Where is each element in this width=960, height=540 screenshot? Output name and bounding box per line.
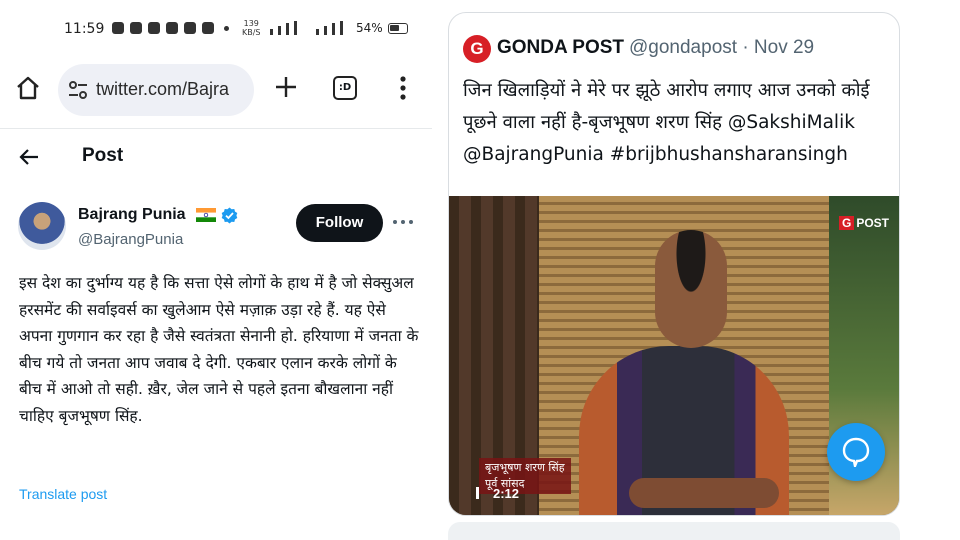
- back-arrow-icon[interactable]: [18, 146, 40, 168]
- notification-icon: [166, 22, 178, 34]
- kebab-menu-icon[interactable]: [398, 75, 408, 101]
- address-bar[interactable]: twitter.com/Bajra: [58, 64, 254, 116]
- video-person-hands: [629, 478, 779, 508]
- notification-icon: [184, 22, 196, 34]
- mobile-screen: 11:59 139 KB/S 54% twitter.com/Bajra:D …: [0, 0, 432, 540]
- notification-icon: [130, 22, 142, 34]
- video-timestamp: 2:12: [493, 486, 520, 501]
- tune-icon[interactable]: [68, 81, 88, 99]
- quoted-handle-date: @gondapost · Nov 29: [629, 37, 815, 58]
- video-person-head: [655, 230, 727, 348]
- notification-icon: [148, 22, 160, 34]
- chat-bubble-icon: [842, 437, 870, 467]
- notification-icon: [112, 22, 124, 34]
- tabs-icon[interactable]: :D: [333, 76, 357, 100]
- post-header: Post: [0, 142, 432, 174]
- more-icon[interactable]: [392, 218, 414, 226]
- plus-icon[interactable]: [274, 75, 298, 99]
- page-title: Post: [82, 145, 124, 166]
- verified-badge-icon: [221, 207, 238, 224]
- home-icon[interactable]: [14, 74, 42, 102]
- battery-icon: [388, 23, 408, 34]
- next-card-edge: [448, 522, 900, 540]
- dot-icon: [224, 25, 229, 31]
- status-bar: 11:59 139 KB/S 54%: [0, 18, 432, 42]
- network-speed: 139 KB/S: [242, 19, 261, 37]
- post-author: Bajrang Punia @BajrangPunia Follow: [0, 200, 432, 256]
- quoted-post-card[interactable]: G GONDA POST @gondapost · Nov 29 जिन खिल…: [448, 12, 900, 516]
- follow-button[interactable]: Follow: [296, 204, 383, 242]
- url-text: twitter.com/Bajra: [96, 79, 230, 99]
- notification-icons: [112, 22, 233, 34]
- chat-fab-button[interactable]: [827, 423, 885, 481]
- author-name[interactable]: Bajrang Punia: [78, 206, 186, 224]
- status-time: 11:59: [64, 21, 105, 37]
- gonda-post-logo[interactable]: G: [463, 35, 491, 63]
- video-watermark: G POST: [839, 216, 889, 230]
- india-flag-icon: [196, 208, 216, 222]
- avatar[interactable]: [18, 202, 66, 250]
- divider: [0, 128, 432, 129]
- post-text: इस देश का दुर्भाग्य यह है कि सत्ता ऐसे ल…: [19, 274, 419, 425]
- quoted-author-name[interactable]: GONDA POST: [497, 37, 624, 59]
- author-handle[interactable]: @BajrangPunia: [78, 231, 183, 248]
- signal-icon: [270, 21, 343, 35]
- browser-toolbar: twitter.com/Bajra :D: [0, 60, 432, 116]
- battery-percent: 54%: [356, 21, 383, 35]
- translate-post-link[interactable]: Translate post: [19, 486, 107, 502]
- video-player[interactable]: G POST बृजभूषण शरण सिंह पूर्व सांसद 2:12: [449, 196, 899, 515]
- quoted-post-text: जिन खिलाड़ियों ने मेरे पर झूठे आरोप लगाए…: [463, 80, 870, 165]
- play-icon[interactable]: [475, 486, 489, 500]
- notification-icon: [202, 22, 214, 34]
